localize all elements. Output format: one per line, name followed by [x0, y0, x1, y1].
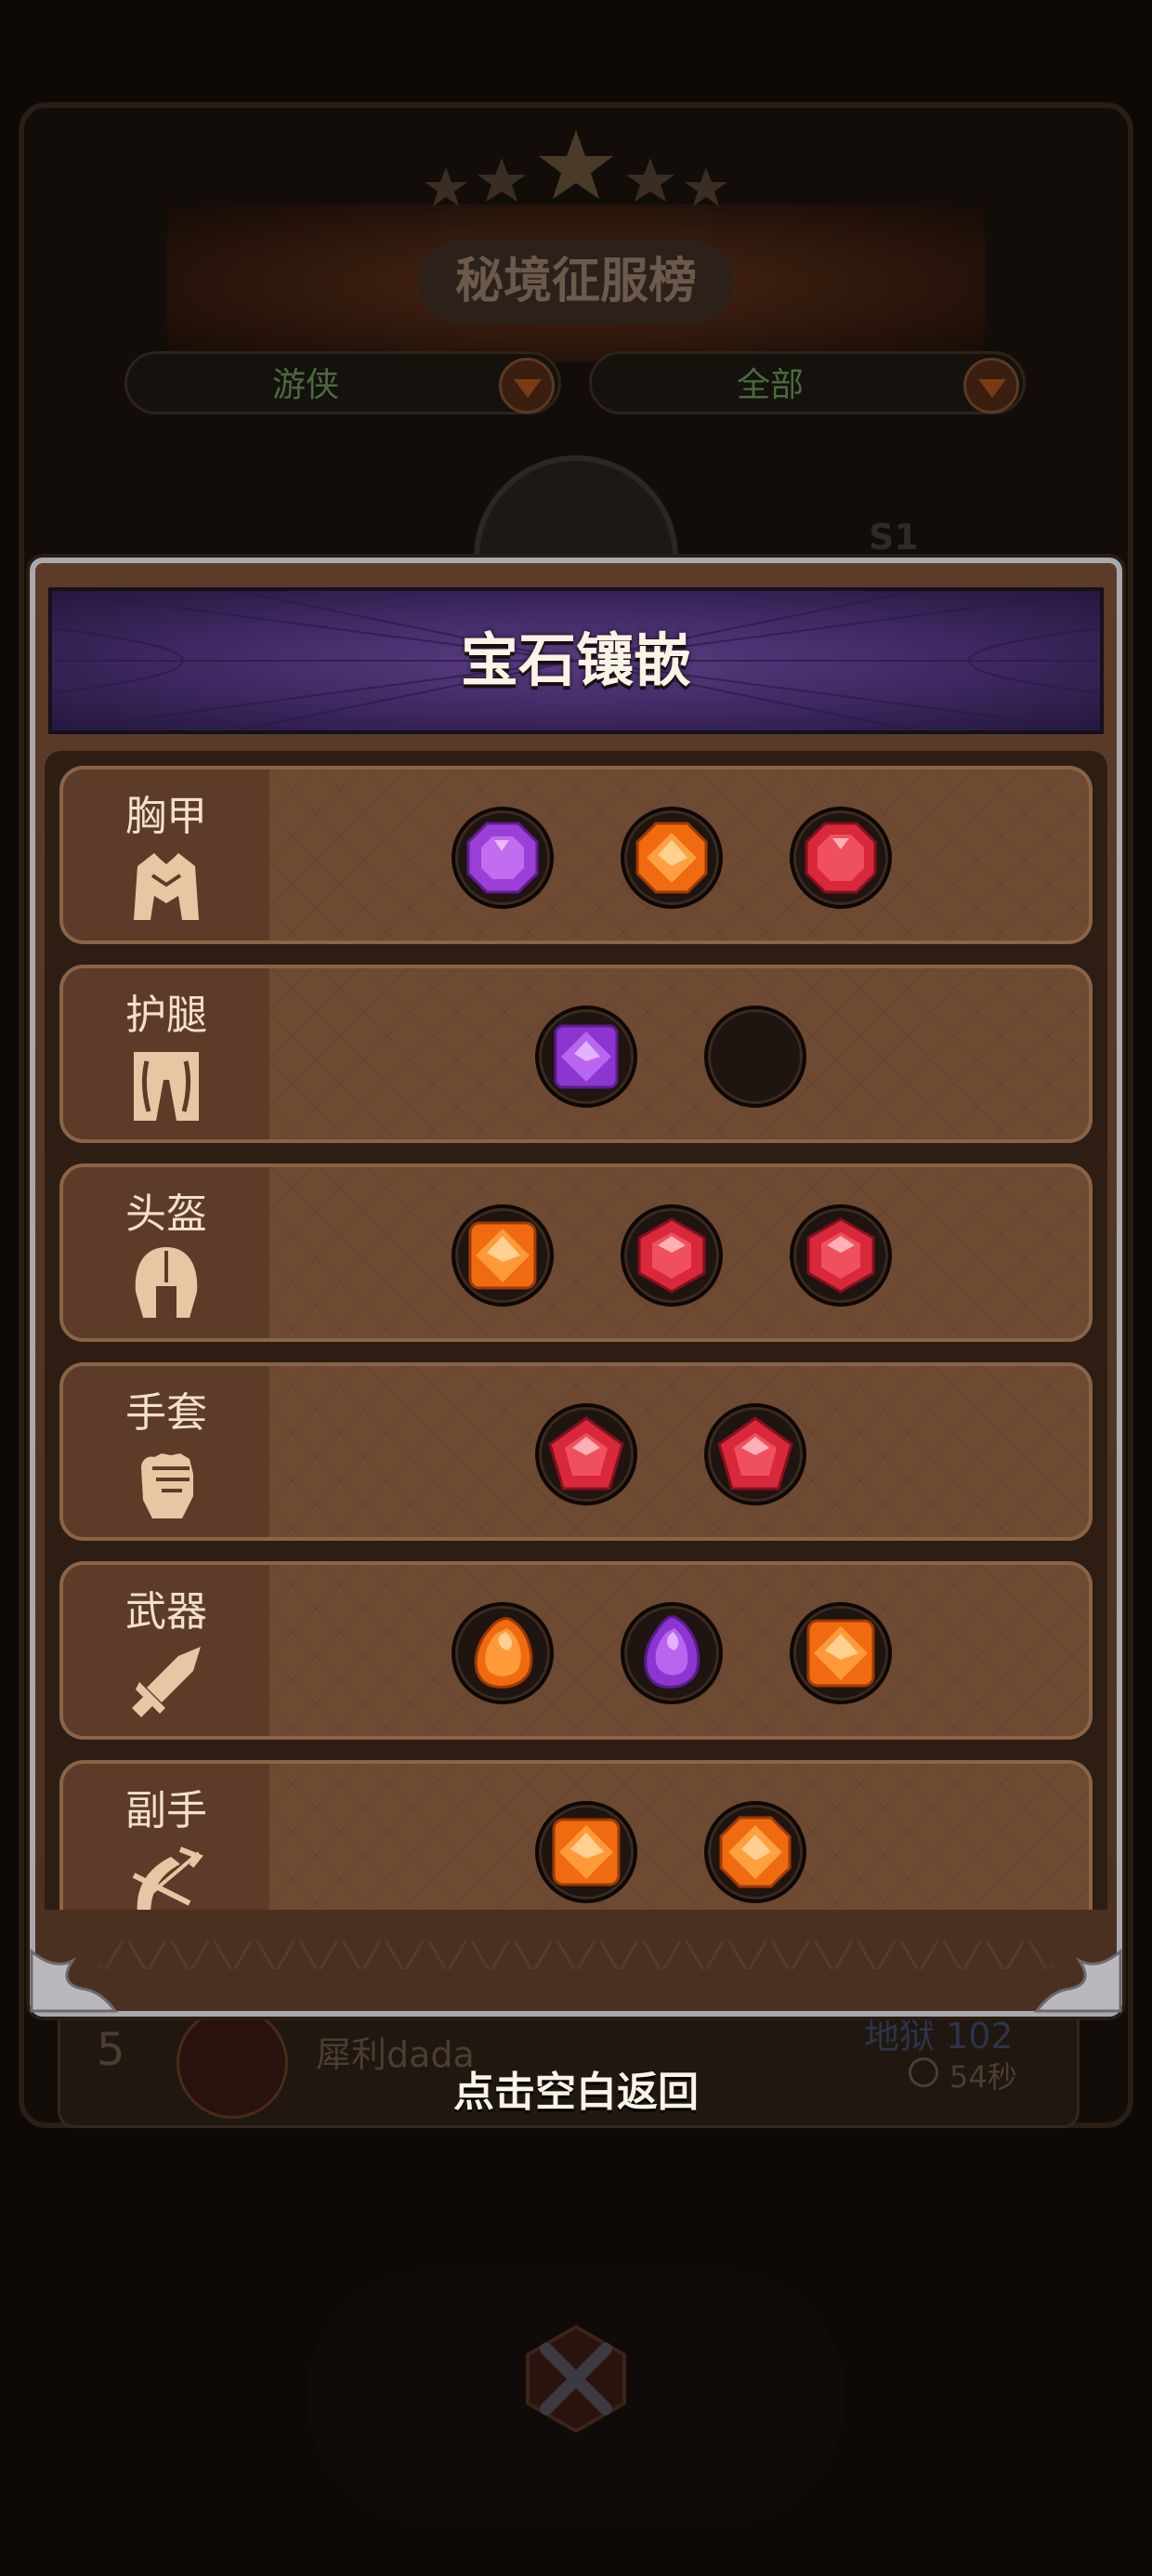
season-badge: S1 [869, 517, 919, 558]
row-label-panel: 副手 [63, 1764, 269, 1910]
gem-socket[interactable] [535, 1403, 637, 1505]
gem-socket[interactable] [452, 1602, 554, 1704]
close-icon [526, 2324, 626, 2434]
chevron-down-icon [963, 358, 1019, 414]
red-gem-icon [806, 1217, 875, 1294]
orange-gem-icon [468, 1221, 537, 1290]
orange-gem-icon [474, 1617, 533, 1689]
tap-to-return-hint[interactable]: 点击空白返回 [0, 2058, 1152, 2118]
gem-socket[interactable] [452, 807, 554, 909]
orange-gem-icon [552, 1818, 621, 1886]
fist-icon [141, 1453, 193, 1518]
red-gem-icon [637, 1217, 706, 1294]
chevron-down-icon [499, 358, 555, 414]
leg-armor-icon [134, 1052, 199, 1121]
gem-socket[interactable] [621, 807, 723, 909]
equipment-row-offhand[interactable]: 副手 [59, 1760, 1093, 1910]
helmet-icon [135, 1247, 198, 1318]
popup-title: 宝石镶嵌 [460, 626, 691, 694]
slot-name: 手套 [125, 1389, 207, 1437]
slot-name: 护腿 [125, 992, 207, 1039]
gem-socket[interactable] [621, 1204, 723, 1307]
orange-gem-icon [719, 1816, 792, 1888]
gem-socket[interactable] [621, 1602, 723, 1704]
equipment-row-legs[interactable]: 护腿 [59, 965, 1093, 1143]
purple-gem-icon [554, 1024, 619, 1089]
equipment-list[interactable]: 胸甲 护腿 头盔 手套 武器 副手 [59, 762, 1093, 1910]
row-label-panel: 胸甲 [63, 769, 269, 940]
gem-socket[interactable] [790, 807, 892, 909]
leaderboard-title: 秘境征服榜 [418, 240, 734, 323]
corner-ornament-icon [1034, 1948, 1122, 2013]
red-gem-icon [717, 1416, 793, 1491]
slot-name: 头盔 [125, 1190, 207, 1238]
row-label-panel: 护腿 [63, 968, 269, 1139]
gem-socket[interactable] [535, 1005, 637, 1108]
red-gem-icon [548, 1416, 624, 1491]
row-label-panel: 武器 [63, 1565, 269, 1736]
scope-filter-label: 全部 [736, 366, 804, 404]
gem-socket[interactable] [535, 1801, 637, 1903]
bow-icon [132, 1847, 203, 1910]
orange-gem-icon [806, 1619, 875, 1688]
corner-ornament-icon [30, 1948, 118, 2013]
orange-gem-icon [635, 821, 708, 894]
rating-stars-icon [425, 130, 727, 206]
gem-socket[interactable] [452, 1204, 554, 1307]
slot-name: 武器 [125, 1588, 207, 1636]
red-gem-icon [805, 821, 877, 894]
gem-socket[interactable] [790, 1602, 892, 1704]
class-filter-dropdown[interactable]: 游侠 [124, 351, 561, 414]
slot-name: 胸甲 [125, 793, 207, 840]
equipment-row-helmet[interactable]: 头盔 [59, 1163, 1093, 1342]
class-filter-label: 游侠 [271, 366, 339, 404]
equipment-row-weapon[interactable]: 武器 [59, 1561, 1093, 1740]
gem-socket[interactable] [704, 1801, 806, 1903]
scope-filter-dropdown[interactable]: 全部 [589, 351, 1026, 414]
empty-gem-socket[interactable] [704, 1005, 806, 1108]
row-label-panel: 手套 [63, 1366, 269, 1537]
purple-gem-icon [466, 821, 539, 894]
popup-footer-strip [45, 1910, 1107, 2003]
gem-socket[interactable] [790, 1204, 892, 1307]
equipment-row-chest[interactable]: 胸甲 [59, 766, 1093, 944]
equipment-row-gloves[interactable]: 手套 [59, 1362, 1093, 1541]
sword-icon [132, 1647, 201, 1717]
chest-armor-icon [134, 853, 199, 920]
purple-gem-icon [644, 1615, 700, 1689]
slot-name: 副手 [125, 1787, 207, 1834]
row-label-panel: 头盔 [63, 1167, 269, 1338]
gem-socket[interactable] [704, 1403, 806, 1505]
